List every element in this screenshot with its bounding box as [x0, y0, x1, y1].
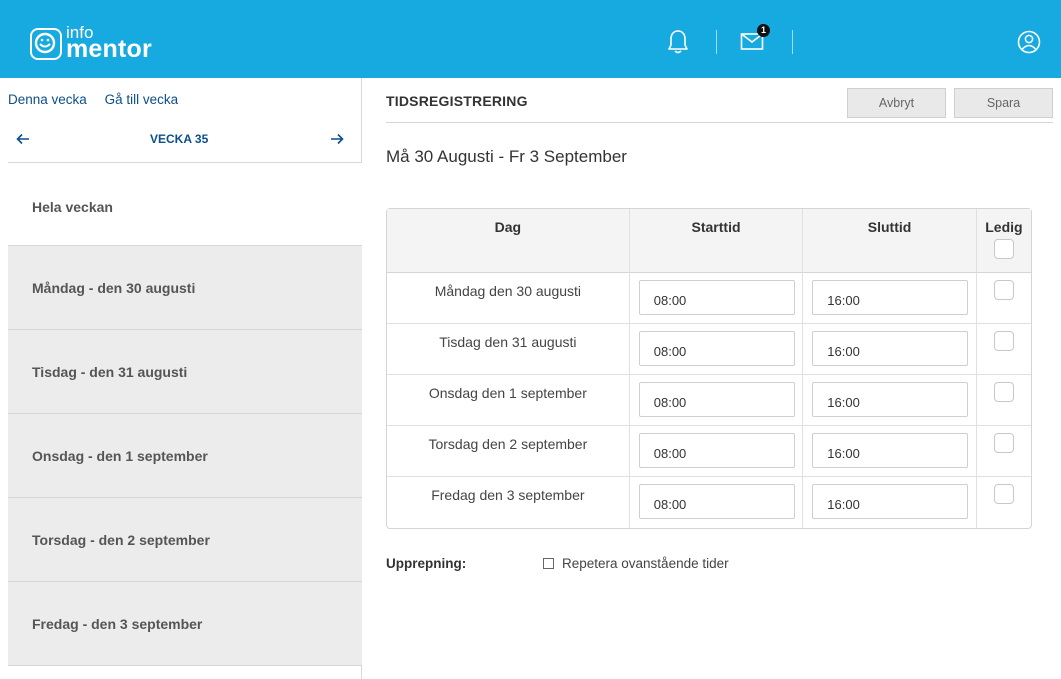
day-cell: Torsdag den 2 september — [387, 426, 630, 477]
table-header-row: Dag Starttid Sluttid Ledig — [387, 209, 1031, 273]
sidebar-item-wednesday[interactable]: Onsdag - den 1 september — [8, 414, 362, 498]
free-checkbox[interactable] — [993, 331, 1014, 351]
column-header-start: Starttid — [629, 209, 804, 273]
start-time-input[interactable]: 08:00 — [638, 331, 795, 366]
sidebar-item-monday[interactable]: Måndag - den 30 augusti — [8, 246, 362, 330]
repeat-option-label: Repetera ovanstående tider — [562, 556, 729, 571]
day-cell: Fredag den 3 september — [387, 477, 630, 528]
day-cell: Måndag den 30 augusti — [387, 273, 630, 324]
day-list: Hela veckan Måndag - den 30 augusti Tisd… — [8, 163, 362, 666]
free-all-checkbox[interactable] — [993, 239, 1014, 259]
free-checkbox[interactable] — [993, 382, 1014, 402]
infomentor-logo[interactable]: info mentor — [30, 24, 152, 62]
current-week-link[interactable]: Denna vecka — [8, 92, 87, 107]
sidebar-item-tuesday[interactable]: Tisdag - den 31 augusti — [8, 330, 362, 414]
end-time-input[interactable]: 16:00 — [812, 433, 969, 468]
go-to-week-link[interactable]: Gå till vecka — [105, 92, 179, 107]
cancel-button[interactable]: Avbryt — [847, 88, 946, 118]
save-button[interactable]: Spara — [954, 88, 1053, 118]
start-time-input[interactable]: 08:00 — [638, 484, 795, 519]
table-row: Fredag den 3 september 08:00 16:00 — [387, 477, 1031, 528]
time-table: Dag Starttid Sluttid Ledig Måndag den 30… — [386, 208, 1032, 529]
day-cell: Onsdag den 1 september — [387, 375, 630, 426]
table-row: Måndag den 30 augusti 08:00 16:00 — [387, 273, 1031, 324]
repeat-checkbox[interactable] — [543, 558, 554, 569]
column-header-free: Ledig — [976, 209, 1031, 273]
end-time-input[interactable]: 16:00 — [812, 331, 969, 366]
table-row: Torsdag den 2 september 08:00 16:00 — [387, 426, 1031, 477]
end-time-input[interactable]: 16:00 — [812, 280, 969, 315]
unread-count-badge: 1 — [757, 24, 770, 37]
sidebar-links: Denna vecka Gå till vecka — [8, 92, 192, 107]
header-divider — [716, 30, 717, 54]
divider — [386, 122, 1053, 123]
repeat-label: Upprepning: — [386, 556, 467, 571]
date-range-heading: Må 30 Augusti - Fr 3 September — [386, 147, 627, 166]
bell-icon[interactable] — [667, 29, 689, 58]
week-label: VECKA 35 — [150, 132, 209, 146]
free-checkbox[interactable] — [993, 484, 1014, 504]
start-time-input[interactable]: 08:00 — [638, 382, 795, 417]
day-cell: Tisdag den 31 augusti — [387, 324, 630, 375]
sidebar-item-thursday[interactable]: Torsdag - den 2 september — [8, 498, 362, 582]
table-row: Tisdag den 31 augusti 08:00 16:00 — [387, 324, 1031, 375]
next-week-arrow-icon[interactable] — [330, 132, 344, 148]
repeat-times-option[interactable]: Repetera ovanstående tider — [543, 556, 729, 571]
free-checkbox[interactable] — [993, 280, 1014, 300]
sidebar-item-friday[interactable]: Fredag - den 3 september — [8, 582, 362, 666]
start-time-input[interactable]: 08:00 — [638, 433, 795, 468]
header-divider — [792, 30, 793, 54]
top-header: info mentor 1 — [0, 0, 1061, 78]
week-navigation: VECKA 35 — [0, 126, 362, 160]
column-header-day: Dag — [387, 209, 630, 273]
start-time-input[interactable]: 08:00 — [638, 280, 795, 315]
week-sidebar: Denna vecka Gå till vecka VECKA 35 Hela … — [0, 78, 362, 679]
user-circle-icon[interactable] — [1017, 30, 1041, 57]
column-header-free-label: Ledig — [985, 219, 1023, 235]
previous-week-arrow-icon[interactable] — [16, 132, 30, 148]
logo-mentor-text: mentor — [66, 35, 152, 63]
page-title: TIDSREGISTRERING — [386, 93, 528, 109]
sidebar-item-whole-week[interactable]: Hela veckan — [8, 163, 362, 246]
free-checkbox[interactable] — [993, 433, 1014, 453]
end-time-input[interactable]: 16:00 — [812, 382, 969, 417]
column-header-end: Sluttid — [803, 209, 977, 273]
table-row: Onsdag den 1 september 08:00 16:00 — [387, 375, 1031, 426]
end-time-input[interactable]: 16:00 — [812, 484, 969, 519]
smiley-logo-icon — [30, 28, 62, 60]
